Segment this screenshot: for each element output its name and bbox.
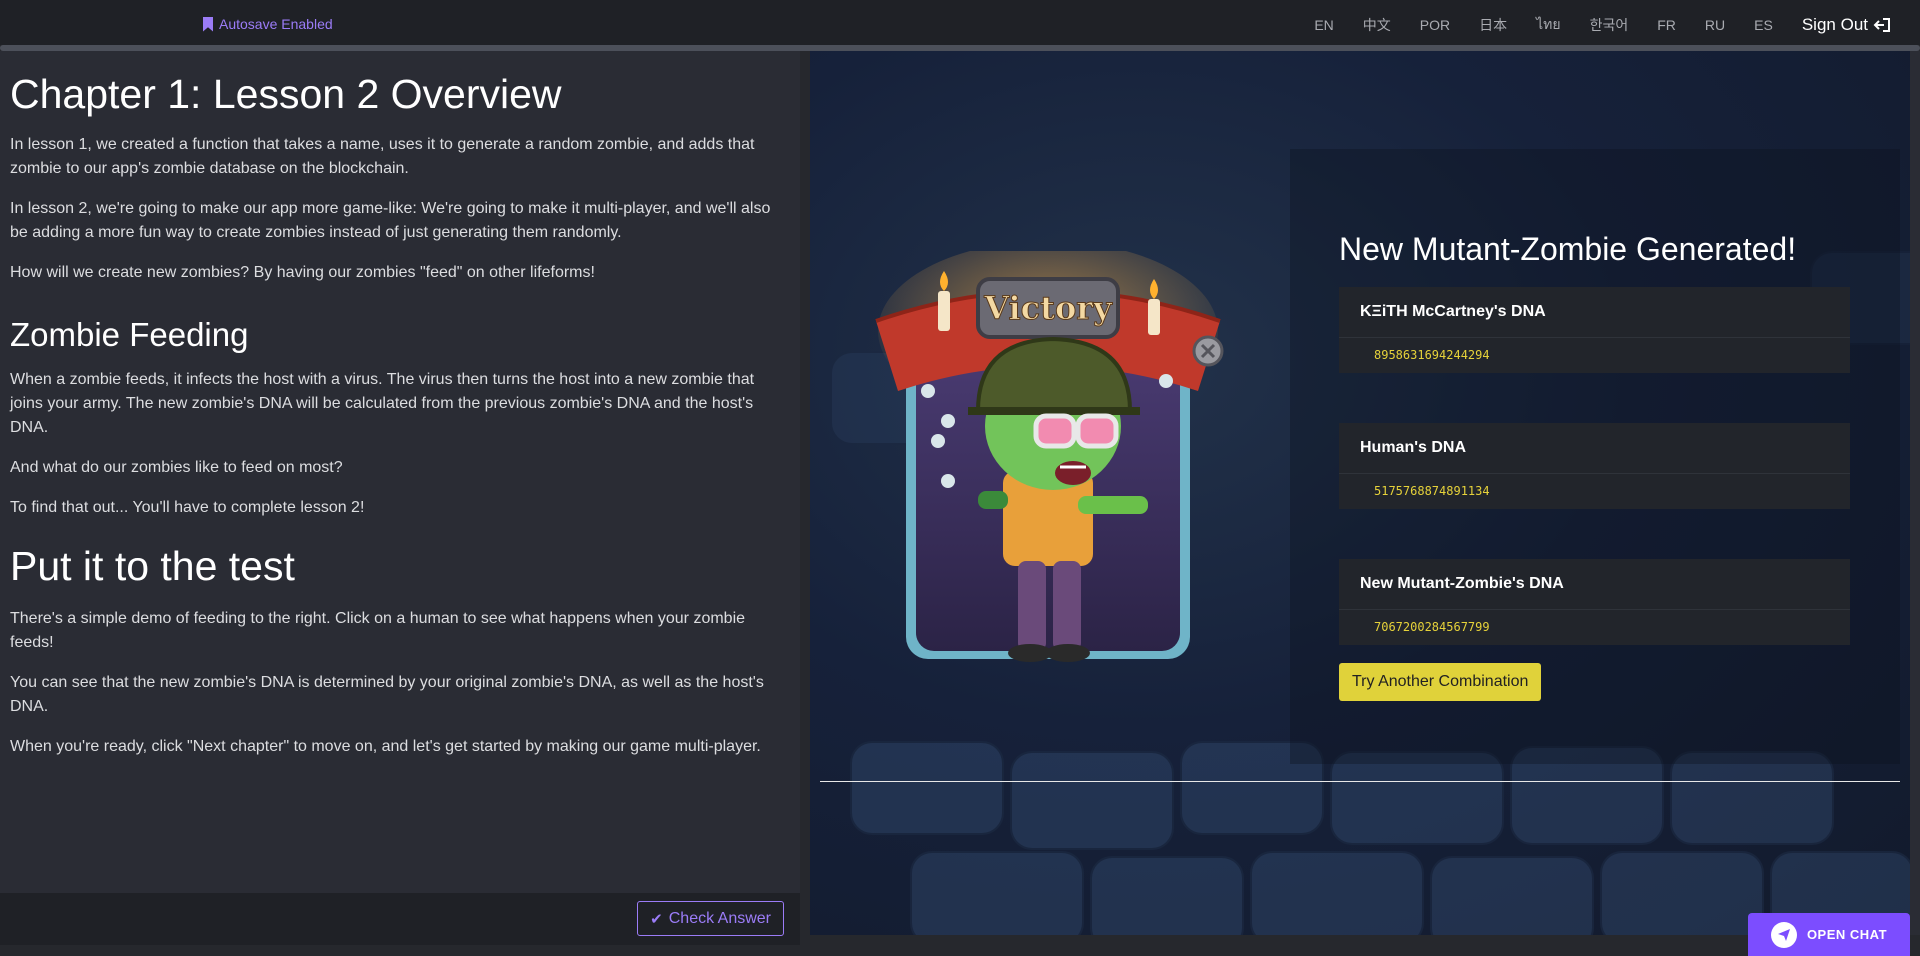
autosave-label: Autosave Enabled	[219, 16, 333, 32]
check-answer-button[interactable]: ✔ Check Answer	[637, 901, 784, 936]
lang-ja[interactable]: 日本	[1479, 15, 1507, 35]
dna-card-name: KΞiTH McCartney's DNA	[1339, 287, 1850, 338]
lesson-title: Chapter 1: Lesson 2 Overview	[10, 71, 562, 117]
lang-por[interactable]: POR	[1420, 17, 1450, 33]
demo-divider	[820, 781, 1900, 782]
right-edge-strip	[1910, 51, 1920, 935]
autosave-indicator: Autosave Enabled	[203, 15, 333, 33]
language-selector: EN 中文 POR 日本 ไทย 한국어 FR RU ES Sign Out	[1314, 14, 1891, 36]
dna-card-mutant: New Mutant-Zombie's DNA 7067200284567799	[1339, 559, 1850, 645]
sign-out-label: Sign Out	[1801, 15, 1868, 34]
lesson-paragraph: When a zombie feeds, it infects the host…	[10, 371, 755, 436]
sign-out-button[interactable]: Sign Out	[1802, 15, 1891, 35]
demo-pane: Victory New Mutant-Zombie Generated! KΞi…	[810, 51, 1910, 935]
background-brick	[910, 851, 1084, 935]
lesson-paragraph: And what do our zombies like to feed on …	[10, 459, 343, 476]
lang-en[interactable]: EN	[1314, 17, 1333, 33]
lesson-paragraph: There's a simple demo of feeding to the …	[10, 610, 746, 651]
top-bar: Autosave Enabled EN 中文 POR 日本 ไทย 한국어 FR…	[0, 0, 1920, 45]
dna-card-name: New Mutant-Zombie's DNA	[1339, 559, 1850, 610]
lang-es[interactable]: ES	[1754, 17, 1773, 33]
lesson-paragraph: You can see that the new zombie's DNA is…	[10, 674, 764, 715]
victory-card-illustration: Victory	[875, 251, 1224, 662]
lesson-footer: ✔ Check Answer	[0, 893, 800, 945]
background-brick	[1330, 751, 1504, 845]
lang-fr[interactable]: FR	[1657, 17, 1676, 33]
background-brick	[1090, 856, 1244, 935]
send-icon	[1770, 921, 1797, 948]
sign-out-icon	[1873, 18, 1890, 32]
result-title: New Mutant-Zombie Generated!	[1339, 231, 1797, 267]
lang-th[interactable]: ไทย	[1536, 14, 1560, 36]
dna-card-name: Human's DNA	[1339, 423, 1850, 474]
bookmark-icon	[203, 16, 213, 32]
lang-ru[interactable]: RU	[1705, 17, 1725, 33]
dna-card-value: 7067200284567799	[1374, 620, 1490, 634]
lesson-paragraph: To find that out... You'll have to compl…	[10, 499, 365, 516]
dna-card-zombie: KΞiTH McCartney's DNA 8958631694244294	[1339, 287, 1850, 373]
check-answer-label: Check Answer	[668, 909, 771, 927]
victory-label: Victory	[983, 289, 1113, 327]
background-brick	[1600, 851, 1764, 935]
lesson-paragraph: How will we create new zombies? By havin…	[10, 264, 595, 281]
dna-card-human: Human's DNA 5175768874891134	[1339, 423, 1850, 509]
dna-card-value: 5175768874891134	[1374, 484, 1490, 498]
try-another-combination-button[interactable]: Try Another Combination	[1339, 663, 1542, 701]
dna-card-value: 8958631694244294	[1374, 348, 1490, 362]
lesson-paragraph: In lesson 2, we're going to make our app…	[10, 200, 771, 241]
background-brick	[1250, 851, 1424, 935]
open-chat-button[interactable]: OPEN CHAT	[1748, 913, 1910, 956]
lesson-paragraph: In lesson 1, we created a function that …	[10, 136, 755, 177]
section-heading-test: Put it to the test	[10, 543, 295, 589]
lang-zh[interactable]: 中文	[1363, 15, 1391, 35]
lesson-content: Chapter 1: Lesson 2 Overview In lesson 1…	[10, 69, 780, 775]
lesson-paragraph: When you're ready, click "Next chapter" …	[10, 738, 761, 755]
lesson-pane: Chapter 1: Lesson 2 Overview In lesson 1…	[0, 51, 800, 893]
background-brick	[1430, 856, 1594, 935]
background-brick	[850, 741, 1004, 835]
lang-ko[interactable]: 한국어	[1590, 15, 1629, 35]
open-chat-label: OPEN CHAT	[1806, 927, 1888, 942]
background-brick	[1010, 751, 1174, 850]
section-heading-feeding: Zombie Feeding	[10, 316, 249, 353]
background-brick	[1670, 751, 1834, 845]
check-icon: ✔	[650, 910, 663, 928]
